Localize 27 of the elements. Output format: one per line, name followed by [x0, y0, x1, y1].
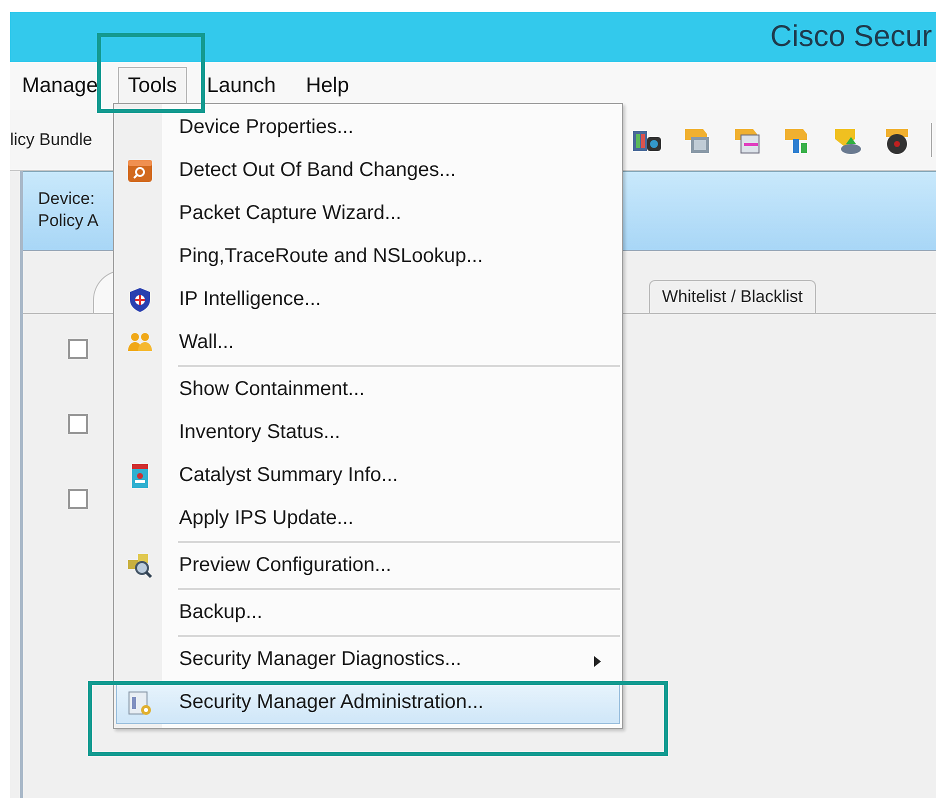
menu-item[interactable]: Packet Capture Wizard... [116, 192, 620, 235]
menu-item[interactable]: Device Properties... [116, 106, 620, 149]
menu-item[interactable]: Launch [196, 67, 286, 105]
menu-item[interactable]: Catalyst Summary Info... [116, 454, 620, 497]
menu-item[interactable]: Backup... [116, 591, 620, 634]
toolbar-label: licy Bundle [10, 130, 92, 150]
device-label: Device: [38, 188, 95, 210]
menu-item[interactable]: Inventory Status... [116, 411, 620, 454]
window-title: Cisco Secur [770, 20, 932, 54]
menu-item[interactable]: Help [296, 67, 360, 105]
menu-item[interactable]: Ping,TraceRoute and NSLookup... [116, 235, 620, 278]
menu-item[interactable]: Detect Out Of Band Changes... [116, 149, 620, 192]
checkbox[interactable] [68, 339, 88, 359]
settings-document-icon [126, 688, 154, 716]
menu-item[interactable]: Wall... [116, 321, 620, 364]
checkbox[interactable] [68, 414, 88, 434]
checkbox[interactable] [68, 489, 88, 509]
policy-label: Policy A [38, 210, 98, 232]
tab[interactable]: Whitelist / Blacklist [649, 280, 816, 313]
menu-item[interactable]: Tools [118, 67, 187, 105]
menu-item[interactable]: Security Manager Diagnostics... [116, 638, 620, 681]
magnifier-icon [126, 552, 154, 580]
menu-item[interactable]: Apply IPS Update... [116, 497, 620, 540]
menu-item[interactable]: Preview Configuration... [116, 544, 620, 587]
menu-item[interactable]: Manage [12, 67, 108, 105]
menu-item[interactable]: Show Containment... [116, 368, 620, 411]
menu-item[interactable]: IP Intelligence... [116, 278, 620, 321]
